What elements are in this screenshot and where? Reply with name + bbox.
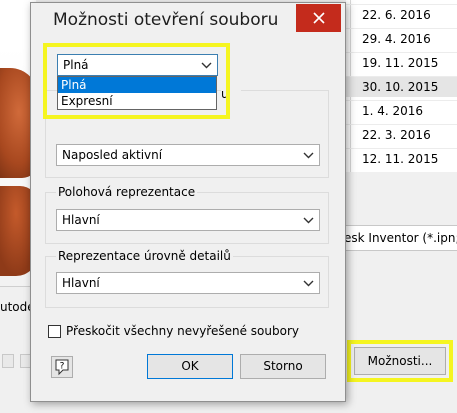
open-mode-value: Plná <box>63 58 89 72</box>
dialog-title: Možnosti otevření souboru <box>53 10 279 30</box>
ok-button[interactable]: OK <box>147 354 233 379</box>
list-item-selected[interactable]: 30. 10. 2015 <box>346 76 457 97</box>
model-state-value: Naposled aktivní <box>62 148 163 162</box>
close-icon <box>312 12 325 24</box>
chevron-down-icon <box>303 280 314 287</box>
list-item[interactable]: 22. 6. 2016 <box>346 4 457 25</box>
positional-value: Hlavní <box>62 213 100 227</box>
positional-group-label: Polohová reprezentace <box>56 185 198 199</box>
option-full[interactable]: Plná <box>58 77 216 93</box>
file-type-select[interactable]: esk Inventor (*.ipn;* <box>339 225 457 251</box>
detail-level-select[interactable]: Hlavní <box>56 272 320 294</box>
list-item[interactable]: 1. 4. 2016 <box>346 100 457 121</box>
list-item[interactable]: 29. 4. 2016 <box>346 28 457 49</box>
help-button[interactable]: ? <box>51 356 73 378</box>
chevron-down-icon <box>201 62 212 69</box>
option-express[interactable]: Expresní <box>58 93 216 109</box>
chevron-down-icon <box>303 152 314 159</box>
open-mode-dropdown: Plná Expresní <box>57 76 217 110</box>
options-button[interactable]: Možnosti... <box>354 347 446 375</box>
cancel-button[interactable]: Storno <box>240 354 326 379</box>
list-item[interactable]: 19. 11. 2015 <box>346 52 457 73</box>
close-button[interactable] <box>296 4 341 32</box>
help-icon: ? <box>55 359 69 376</box>
svg-text:?: ? <box>60 362 65 372</box>
model-state-select[interactable]: Naposled aktivní <box>56 144 320 166</box>
chevron-down-icon <box>303 217 314 224</box>
skip-unresolved-label[interactable]: Přeskočit všechny nevyřešené soubory <box>66 324 299 338</box>
list-item[interactable]: 12. 11. 2015 <box>346 148 457 169</box>
detail-level-group-label: Reprezentace úrovně detailů <box>56 249 233 263</box>
nav-back-button[interactable] <box>2 354 14 368</box>
file-date-list: 22. 6. 2016 29. 4. 2016 19. 11. 2015 30.… <box>346 0 457 172</box>
detail-level-value: Hlavní <box>62 276 100 290</box>
positional-select[interactable]: Hlavní <box>56 209 320 231</box>
skip-unresolved-checkbox[interactable] <box>48 325 61 338</box>
open-mode-select[interactable]: Plná <box>57 54 218 76</box>
list-item[interactable]: 22. 3. 2016 <box>346 124 457 145</box>
